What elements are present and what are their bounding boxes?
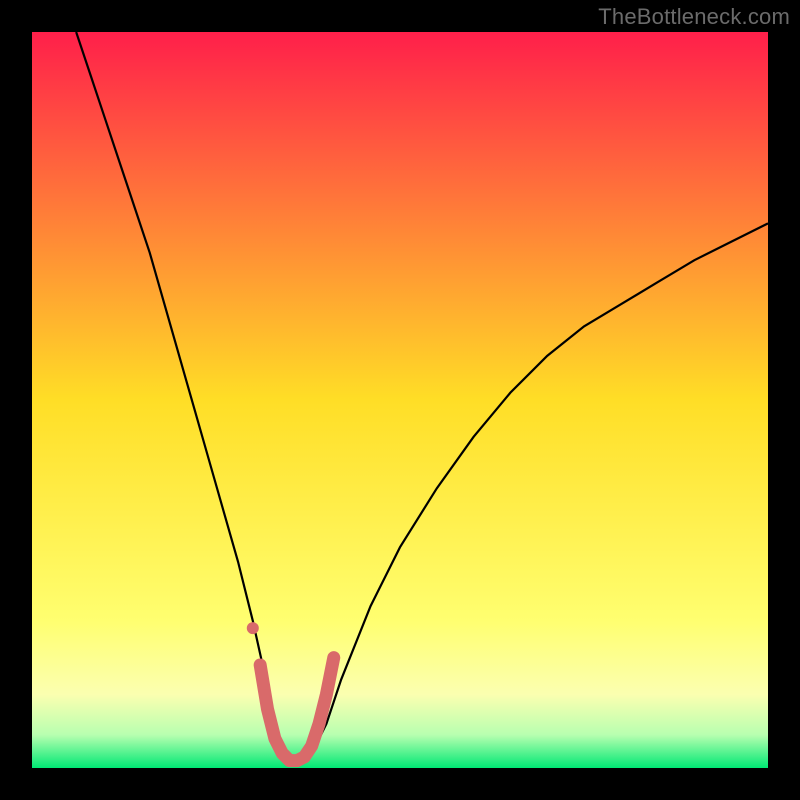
bottleneck-chart: [32, 32, 768, 768]
sweet-spot-dot: [247, 622, 259, 634]
chart-frame: TheBottleneck.com: [0, 0, 800, 800]
watermark-text: TheBottleneck.com: [598, 4, 790, 30]
chart-background: [32, 32, 768, 768]
